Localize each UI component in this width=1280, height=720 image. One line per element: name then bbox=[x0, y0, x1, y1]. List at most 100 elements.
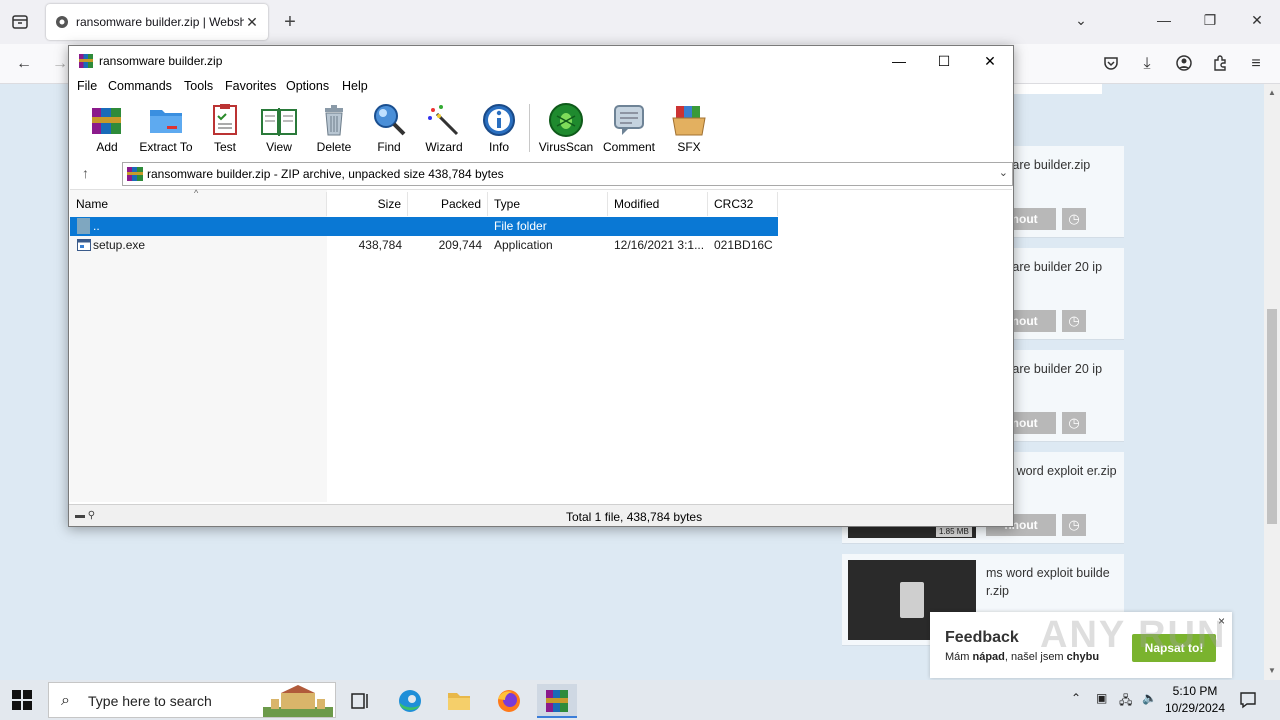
archive-path-box[interactable]: ransomware builder.zip - ZIP archive, un… bbox=[122, 162, 1013, 186]
winrar-title: ransomware builder.zip bbox=[99, 54, 223, 68]
table-row[interactable]: setup.exe 438,784 209,744 Application 12… bbox=[70, 236, 778, 255]
sfx-button[interactable]: SFX bbox=[659, 102, 719, 156]
column-header-size[interactable]: Size bbox=[327, 192, 408, 216]
view-icon bbox=[261, 108, 297, 136]
windows-taskbar: ⌕ Type here to search ⌃ ▣ 🖧 🔈 5:10 PM 10… bbox=[0, 680, 1280, 720]
row-name: .. bbox=[93, 219, 100, 233]
task-view-icon[interactable] bbox=[340, 684, 380, 718]
test-button[interactable]: Test bbox=[195, 102, 255, 156]
column-header-modified[interactable]: Modified bbox=[608, 192, 708, 216]
delete-button[interactable]: Delete bbox=[304, 102, 364, 156]
forward-arrow-icon[interactable]: → bbox=[50, 54, 70, 74]
winrar-minimize-icon[interactable]: — bbox=[884, 51, 914, 71]
find-label: Find bbox=[377, 140, 401, 154]
search-placeholder: Type here to search bbox=[88, 693, 212, 709]
extract-to-button[interactable]: Extract To bbox=[136, 102, 196, 156]
winrar-close-icon[interactable]: ✕ bbox=[975, 51, 1005, 71]
anyrun-watermark: ANY RUN bbox=[1040, 614, 1227, 656]
menu-file[interactable]: File bbox=[77, 79, 97, 93]
menu-tools[interactable]: Tools bbox=[184, 79, 213, 93]
info-button[interactable]: Info bbox=[469, 102, 529, 156]
find-button[interactable]: Find bbox=[359, 102, 419, 156]
column-header-name[interactable]: Name bbox=[70, 192, 327, 216]
clock-date: 10/29/2024 bbox=[1164, 701, 1226, 715]
volume-icon[interactable]: 🔈 bbox=[1142, 691, 1157, 705]
menu-commands[interactable]: Commands bbox=[108, 79, 172, 93]
info-icon bbox=[483, 104, 515, 136]
notification-center-icon[interactable] bbox=[1238, 690, 1258, 710]
tray-overflow-chevron-icon[interactable]: ⌃ bbox=[1071, 691, 1081, 705]
restore-icon[interactable]: ❐ bbox=[1200, 12, 1220, 29]
firefox-icon[interactable] bbox=[489, 684, 529, 718]
browser-tab[interactable]: ransomware builder.zip | Websh ✕ bbox=[46, 4, 268, 40]
extensions-icon[interactable] bbox=[1210, 54, 1230, 74]
add-button[interactable]: Add bbox=[77, 102, 137, 156]
menu-help[interactable]: Help bbox=[342, 79, 368, 93]
winrar-title-bar[interactable]: ransomware builder.zip — ☐ ✕ bbox=[69, 46, 1013, 76]
feedback-title: Feedback bbox=[945, 629, 1019, 646]
clock-time: 5:10 PM bbox=[1172, 684, 1218, 698]
virusscan-label: VirusScan bbox=[538, 140, 594, 154]
comment-button[interactable]: Comment bbox=[599, 102, 659, 156]
menu-favorites[interactable]: Favorites bbox=[225, 79, 276, 93]
archive-icon bbox=[127, 167, 143, 181]
menu-options[interactable]: Options bbox=[286, 79, 329, 93]
account-icon[interactable] bbox=[1174, 54, 1194, 74]
virusscan-button[interactable]: VirusScan bbox=[536, 102, 596, 156]
delete-icon bbox=[325, 105, 343, 136]
file-explorer-icon[interactable] bbox=[439, 684, 479, 718]
test-label: Test bbox=[213, 140, 236, 154]
column-header-packed[interactable]: Packed bbox=[408, 192, 488, 216]
chevron-down-icon[interactable]: ⌄ bbox=[999, 166, 1008, 179]
wizard-button[interactable]: Wizard bbox=[414, 102, 474, 156]
tab-overflow-chevron-icon[interactable]: ⌄ bbox=[1071, 12, 1091, 29]
view-label: View bbox=[266, 140, 292, 154]
add-label: Add bbox=[96, 140, 118, 154]
table-row[interactable]: .. File folder bbox=[70, 217, 778, 236]
extract-icon bbox=[150, 110, 182, 133]
taskbar-clock[interactable]: 5:10 PM 10/29/2024 bbox=[1164, 683, 1226, 717]
network-icon[interactable]: 🖧 bbox=[1119, 691, 1132, 712]
tab-title: ransomware builder.zip | Websh bbox=[76, 15, 244, 29]
back-arrow-icon[interactable]: ← bbox=[14, 54, 34, 74]
pocket-icon[interactable] bbox=[1101, 54, 1121, 74]
scroll-up-icon[interactable]: ▲ bbox=[1267, 88, 1277, 97]
clock-icon[interactable]: ◷ bbox=[1062, 208, 1086, 230]
browser-tab-bar: ransomware builder.zip | Websh ✕ + ⌄ — ❐… bbox=[0, 0, 1280, 44]
drive-status-icon[interactable]: ▬ ⚲ bbox=[75, 510, 95, 521]
up-arrow-icon[interactable]: ↑ bbox=[82, 165, 89, 181]
file-list[interactable]: ^ Name Size Packed Type Modified CRC32 .… bbox=[70, 188, 1012, 502]
clock-icon[interactable]: ◷ bbox=[1062, 514, 1086, 536]
delete-label: Delete bbox=[316, 140, 352, 154]
winrar-maximize-icon[interactable]: ☐ bbox=[929, 51, 959, 71]
edge-browser-icon[interactable] bbox=[390, 684, 430, 718]
comment-icon bbox=[614, 105, 644, 135]
add-icon bbox=[92, 108, 121, 134]
windows-start-icon[interactable] bbox=[12, 690, 32, 710]
tab-list-icon[interactable] bbox=[8, 10, 32, 34]
exe-file-icon bbox=[77, 239, 91, 251]
page-scrollbar[interactable]: ▲ ▼ bbox=[1264, 84, 1280, 680]
feedback-text-2: nápad bbox=[972, 651, 1005, 663]
scrollbar-thumb[interactable] bbox=[1267, 309, 1277, 524]
downloads-icon[interactable]: ⤓ bbox=[1137, 54, 1157, 74]
taskbar-search-box[interactable]: ⌕ Type here to search bbox=[48, 682, 336, 718]
scroll-down-icon[interactable]: ▼ bbox=[1267, 666, 1277, 675]
tray-device-icon[interactable]: ▣ bbox=[1096, 691, 1107, 705]
column-header-type[interactable]: Type bbox=[488, 192, 608, 216]
row-modified: 12/16/2021 3:1... bbox=[614, 238, 704, 252]
search-highlight-art-icon bbox=[263, 685, 333, 717]
tab-close-icon[interactable]: ✕ bbox=[244, 14, 260, 30]
minimize-icon[interactable]: — bbox=[1154, 12, 1174, 28]
clock-icon[interactable]: ◷ bbox=[1062, 310, 1086, 332]
winrar-menu-bar: File Commands Tools Favorites Options He… bbox=[69, 76, 1013, 96]
new-tab-button[interactable]: + bbox=[280, 12, 300, 32]
card-title[interactable]: ms word exploit builde r.zip bbox=[986, 564, 1118, 600]
menu-hamburger-icon[interactable]: ≡ bbox=[1246, 54, 1266, 74]
view-button[interactable]: View bbox=[249, 102, 309, 156]
row-type: File folder bbox=[494, 219, 547, 233]
close-icon[interactable]: ✕ bbox=[1247, 12, 1267, 29]
column-header-crc32[interactable]: CRC32 bbox=[708, 192, 778, 216]
winrar-taskbar-icon[interactable] bbox=[537, 684, 577, 718]
clock-icon[interactable]: ◷ bbox=[1062, 412, 1086, 434]
